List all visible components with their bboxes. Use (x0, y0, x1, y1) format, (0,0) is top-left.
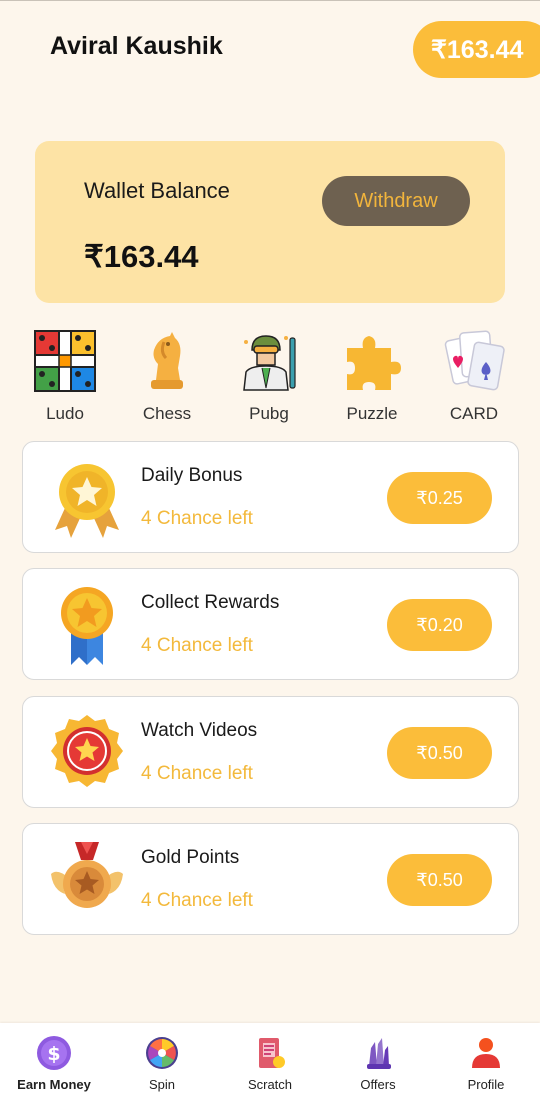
game-label: Chess (142, 404, 192, 423)
reward-amount-button[interactable]: ₹0.50 (387, 854, 492, 906)
reward-amount-button[interactable]: ₹0.20 (387, 599, 492, 651)
game-puzzle[interactable]: Puzzle (324, 328, 420, 424)
nav-label: Profile (467, 1077, 505, 1092)
ribbon-medal-icon (61, 587, 113, 665)
chess-knight-icon (151, 332, 183, 389)
withdraw-button[interactable]: Withdraw (322, 176, 470, 226)
nav-scratch[interactable]: Scratch (216, 1023, 324, 1103)
reward-chances: 4 Chance left (141, 763, 253, 784)
nav-offers[interactable]: Offers (324, 1023, 432, 1103)
spin-wheel-icon (146, 1037, 178, 1069)
game-chess[interactable]: Chess (119, 328, 215, 424)
svg-text:$: $ (47, 1043, 60, 1065)
reward-title: Gold Points (141, 847, 240, 868)
game-label: Puzzle (346, 404, 398, 423)
reward-title: Watch Videos (141, 720, 258, 741)
reward-card-watch-videos[interactable]: Watch Videos 4 Chance left ₹0.50 (22, 696, 519, 808)
game-pubg[interactable]: Pubg (221, 328, 317, 424)
nav-label: Scratch (247, 1077, 293, 1092)
reward-title: Collect Rewards (141, 592, 280, 613)
playing-cards-icon (444, 330, 505, 391)
nav-profile[interactable]: Profile (432, 1023, 540, 1103)
reward-card-daily-bonus[interactable]: Daily Bonus 4 Chance left ₹0.25 (22, 441, 519, 553)
game-label: CARD (449, 404, 499, 423)
user-profile-icon (472, 1038, 500, 1068)
reward-amount-button[interactable]: ₹0.50 (387, 727, 492, 779)
dollar-coin-icon: $ (37, 1036, 71, 1070)
reward-chances: 4 Chance left (141, 890, 253, 911)
nav-label: Spin (148, 1077, 176, 1092)
game-ludo[interactable]: Ludo (17, 328, 113, 424)
game-card[interactable]: CARD (426, 328, 522, 424)
header-balance-badge[interactable]: ₹163.44 (413, 21, 540, 78)
reward-amount-button[interactable]: ₹0.25 (387, 472, 492, 524)
nav-earn-money[interactable]: $ Earn Money (0, 1023, 108, 1103)
crystal-gift-icon (367, 1038, 391, 1069)
games-row: Ludo Chess Pubg Puzzle CARD (0, 328, 540, 428)
nav-label: Offers (360, 1077, 396, 1092)
star-badge-icon (51, 715, 123, 787)
reward-title: Daily Bonus (141, 465, 243, 486)
reward-chances: 4 Chance left (141, 508, 253, 529)
reward-chances: 4 Chance left (141, 635, 253, 656)
ludo-board-icon (34, 330, 96, 392)
puzzle-piece-icon (347, 336, 401, 390)
star-medal-icon (55, 464, 119, 538)
bottom-nav: $ Earn Money Spin Scratch Offers Profile (0, 1023, 540, 1103)
nav-spin[interactable]: Spin (108, 1023, 216, 1103)
game-label: Ludo (46, 404, 84, 423)
wallet-amount: ₹163.44 (84, 239, 199, 274)
pubg-soldier-icon (243, 335, 296, 391)
wallet-card: Wallet Balance ₹163.44 Withdraw (35, 141, 505, 303)
nav-label: Earn Money (17, 1077, 91, 1092)
reward-card-collect-rewards[interactable]: Collect Rewards 4 Chance left ₹0.20 (22, 568, 519, 680)
scratch-card-icon (259, 1038, 285, 1068)
user-name: Aviral Kaushik (50, 32, 223, 60)
reward-card-gold-points[interactable]: Gold Points 4 Chance left ₹0.50 (22, 823, 519, 935)
winged-medal-icon (51, 842, 123, 908)
top-divider (0, 0, 540, 1)
wallet-title: Wallet Balance (84, 178, 230, 203)
game-label: Pubg (249, 404, 289, 423)
